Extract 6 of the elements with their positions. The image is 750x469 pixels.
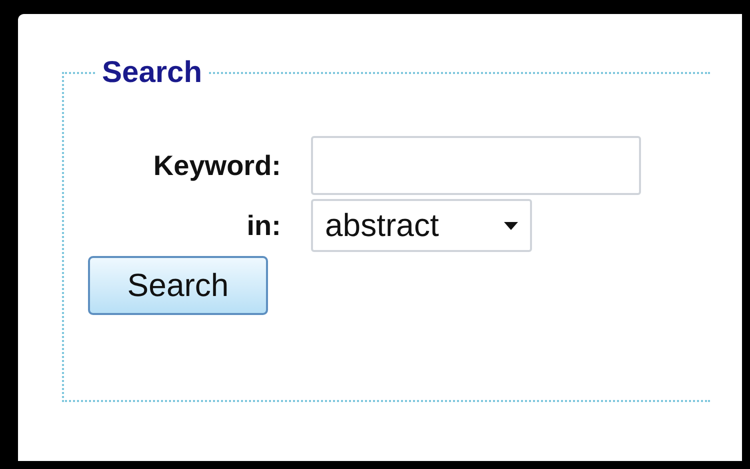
caret-icon: [504, 222, 518, 230]
field-dropdown[interactable]: abstract: [311, 199, 532, 252]
field-label: Keyword:: [153, 150, 281, 182]
field-label: in:: [246, 210, 281, 242]
keyword-input[interactable]: [311, 136, 641, 195]
search-button[interactable]: Search: [88, 256, 268, 315]
